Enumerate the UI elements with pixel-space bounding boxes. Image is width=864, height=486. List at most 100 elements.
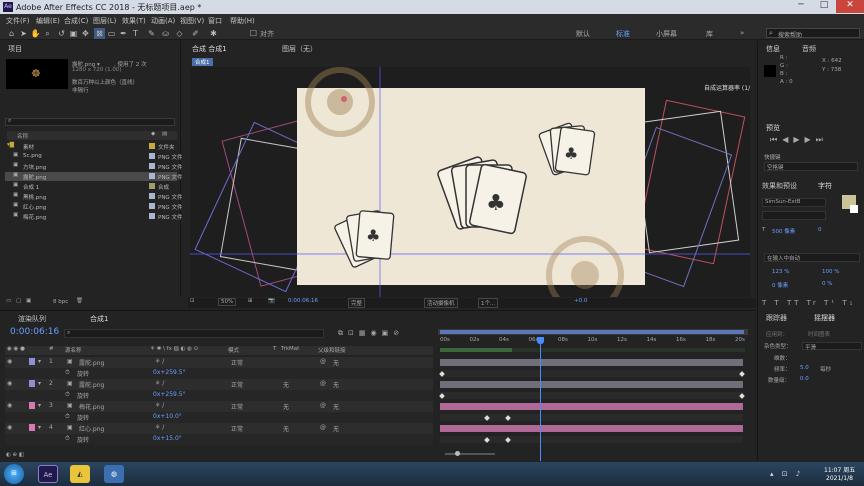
- time-ruler[interactable]: 00s 02s 04s 06s 08s 10s 12s 14s 16s 18s 20s: [438, 337, 748, 347]
- views-dropdown[interactable]: 1个...: [478, 298, 499, 308]
- new-comp-icon[interactable]: ▣: [26, 298, 31, 304]
- comp-flow-label[interactable]: 合成1: [192, 58, 213, 66]
- label-column-icon[interactable]: ◆: [151, 131, 155, 137]
- help-search-input[interactable]: 搜索帮助: [778, 30, 802, 39]
- layer-switches[interactable]: ⚘ /: [155, 424, 164, 431]
- stopwatch-icon[interactable]: ⏱: [65, 413, 70, 421]
- menu-view[interactable]: 视图(V): [180, 16, 204, 26]
- menu-layer[interactable]: 图层(L): [93, 16, 116, 26]
- property-value[interactable]: 0x+259.5°: [153, 391, 186, 398]
- layer-trkmat[interactable]: 无: [283, 424, 289, 433]
- interpret-footage-icon[interactable]: ▭: [6, 298, 11, 304]
- zoom-tool-icon[interactable]: ⌕: [42, 28, 53, 39]
- visibility-eye-icon[interactable]: ◉: [7, 402, 12, 409]
- layer-property-row[interactable]: ⏱ 旋转 0x+259.5°: [5, 390, 433, 401]
- layer-name[interactable]: 露舵.png: [79, 358, 104, 367]
- align-checkbox[interactable]: ☐: [248, 28, 259, 39]
- layer-row[interactable]: ◉ ▾ 2 ▣ 露舵.png ⚘ / 正常 无 @ 无: [5, 379, 433, 390]
- selection-tool-icon[interactable]: ➤: [18, 28, 29, 39]
- label-color-swatch[interactable]: [149, 213, 155, 219]
- stopwatch-icon[interactable]: ⏱: [65, 435, 70, 443]
- zoom-slider[interactable]: [445, 451, 495, 456]
- magnitude-value[interactable]: 0.0: [800, 376, 809, 382]
- property-value[interactable]: 0x+259.5°: [153, 369, 186, 376]
- pan-behind-tool-icon[interactable]: ✥: [80, 28, 91, 39]
- type-column-icon[interactable]: ▤: [162, 131, 167, 137]
- info-tab[interactable]: 信息: [766, 44, 780, 54]
- text-style-buttons[interactable]: T T TT Tr T¹ T₁: [762, 299, 855, 307]
- stroke-color-swatch[interactable]: [850, 205, 858, 213]
- name-column-header[interactable]: 名称: [17, 132, 28, 140]
- project-item[interactable]: ▣ 合成 1 合成: [5, 182, 177, 191]
- baseline-shift-value[interactable]: 0 像素: [772, 281, 788, 289]
- shortcut-dropdown[interactable]: 空格键: [764, 162, 858, 171]
- workspace-library[interactable]: 库: [706, 29, 713, 39]
- project-item[interactable]: ▣ 黑桃.png PNG 文件: [5, 192, 182, 201]
- start-button-icon[interactable]: ⊞: [4, 464, 24, 484]
- layer-row[interactable]: ◉ ▾ 1 ▣ 露舵.png ⚘ / 正常 @ 无: [5, 357, 433, 368]
- zoom-slider-handle[interactable]: [455, 451, 460, 456]
- layer-parent[interactable]: 无: [333, 402, 339, 411]
- parent-pickwhip-icon[interactable]: @: [320, 402, 326, 409]
- frequency-value[interactable]: 5.0: [800, 365, 809, 371]
- project-item[interactable]: ▣ 红心.png PNG 文件: [5, 202, 182, 211]
- expand-arrow-icon[interactable]: ▾: [38, 402, 41, 409]
- clock-date[interactable]: 2021/1/8: [826, 475, 853, 482]
- after-effects-taskbar-icon[interactable]: Ae: [38, 465, 58, 483]
- rotate-tool-icon[interactable]: ↺: [56, 28, 67, 39]
- menu-composition[interactable]: 合成(C): [64, 16, 88, 26]
- anchor-tool-icon[interactable]: ⊠: [94, 28, 105, 39]
- parent-pickwhip-icon[interactable]: @: [320, 358, 326, 365]
- tsume-value[interactable]: 0 %: [822, 281, 832, 287]
- parent-pickwhip-icon[interactable]: @: [320, 424, 326, 431]
- noise-type-dropdown[interactable]: 平滑: [802, 342, 862, 351]
- puppet-tool-icon[interactable]: ✱: [208, 28, 219, 39]
- pen-tool-icon[interactable]: ✒: [118, 28, 129, 39]
- layer-duration-bar[interactable]: [440, 359, 743, 366]
- rectangle-tool-icon[interactable]: ▭: [106, 28, 117, 39]
- time-navigator-range[interactable]: [440, 330, 744, 334]
- close-button[interactable]: ✕: [836, 0, 864, 13]
- roto-brush-tool-icon[interactable]: ✐: [190, 28, 201, 39]
- help-search-box[interactable]: ⌕ 搜索帮助: [766, 28, 860, 39]
- label-color[interactable]: [29, 424, 35, 431]
- font-style-dropdown[interactable]: [762, 211, 826, 220]
- parent-pickwhip-icon[interactable]: @: [320, 380, 326, 387]
- current-time-display[interactable]: 0:00:06:16: [288, 298, 318, 304]
- grid-icon[interactable]: ⊞: [248, 298, 253, 304]
- layer-name[interactable]: 梅花.png: [79, 402, 104, 411]
- menu-help[interactable]: 帮助(H): [230, 16, 255, 26]
- layer-trkmat[interactable]: 无: [283, 402, 289, 411]
- property-value[interactable]: 0x+10.0°: [153, 413, 182, 420]
- workspace-default[interactable]: 默认: [576, 29, 590, 39]
- workspace-standard[interactable]: 标准: [616, 29, 630, 39]
- leading-dropdown[interactable]: 在输入中自动: [764, 253, 860, 262]
- font-size-value[interactable]: 500 像素: [772, 227, 795, 235]
- tray-icons[interactable]: ▴ ⊡ ♪: [770, 470, 803, 478]
- layer-property-row[interactable]: ⏱ 旋转 0x+15.0°: [5, 434, 433, 445]
- menu-file[interactable]: 文件(F): [6, 16, 30, 26]
- always-preview-icon[interactable]: ⊡: [190, 298, 195, 304]
- layer-mode[interactable]: 正常: [231, 358, 243, 367]
- timeline-search-input[interactable]: ⌕: [64, 329, 324, 338]
- character-tab[interactable]: 字符: [818, 181, 832, 191]
- layer-name[interactable]: 红心.png: [79, 424, 104, 433]
- preview-transport-icons[interactable]: ⏮◀▶▶⏭: [770, 135, 828, 145]
- camera-tool-icon[interactable]: ▣: [68, 28, 79, 39]
- visibility-eye-icon[interactable]: ◉: [7, 380, 12, 387]
- label-color-swatch[interactable]: [149, 193, 155, 199]
- leading-value[interactable]: 0: [818, 227, 822, 233]
- stopwatch-icon[interactable]: ⏱: [65, 391, 70, 399]
- layer-trkmat[interactable]: 无: [283, 380, 289, 389]
- workspace-small-screen[interactable]: 小屏幕: [656, 29, 677, 39]
- audio-tab[interactable]: 音频: [802, 44, 816, 54]
- layer-parent[interactable]: 无: [333, 424, 339, 433]
- project-item[interactable]: ▣ 露舵.png PNG 文件: [5, 172, 182, 181]
- project-item[interactable]: ▣ 方块.png PNG 文件: [5, 162, 182, 171]
- horizontal-scale-value[interactable]: 100 %: [822, 269, 839, 275]
- apply-to-value[interactable]: 时间图表: [808, 330, 830, 338]
- label-color[interactable]: [29, 402, 35, 409]
- layer-parent[interactable]: 无: [333, 358, 339, 367]
- minimize-button[interactable]: ─: [790, 0, 812, 13]
- tracker-tab[interactable]: 跟踪器: [766, 313, 787, 323]
